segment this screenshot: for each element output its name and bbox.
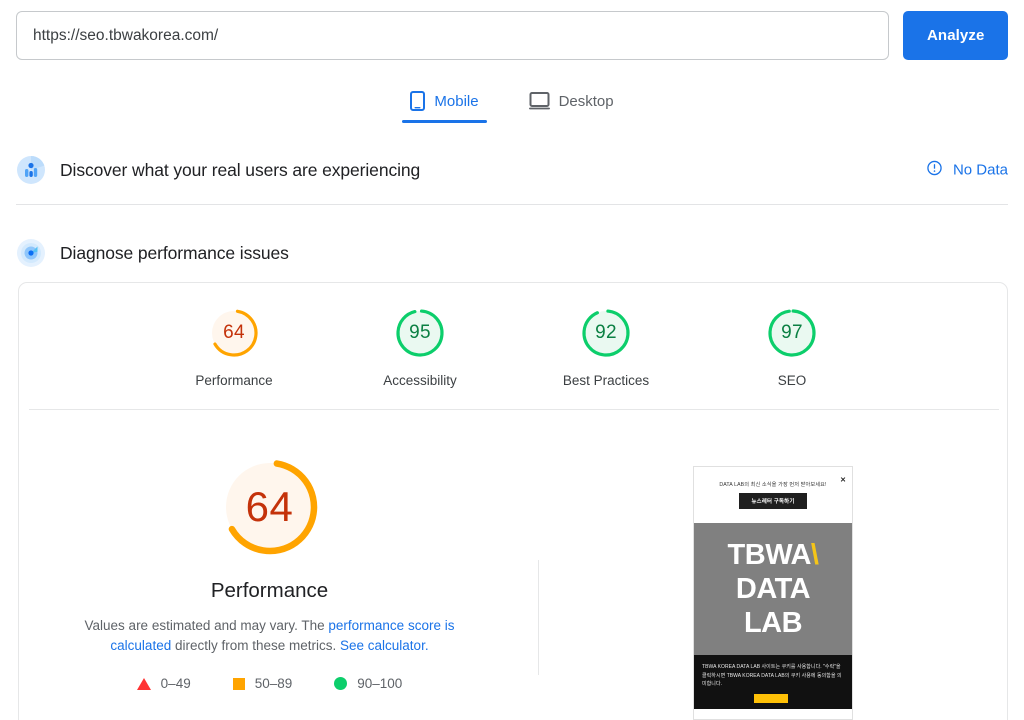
- performance-description: Values are estimated and may vary. The p…: [60, 616, 480, 656]
- diagnose-icon: [16, 238, 46, 268]
- performance-summary: 64 Performance Values are estimated and …: [19, 453, 520, 691]
- performance-gauge-label: Performance: [210, 579, 329, 602]
- tab-desktop[interactable]: Desktop: [521, 86, 622, 123]
- circle-marker-icon: [334, 677, 348, 690]
- url-input[interactable]: [16, 11, 890, 60]
- category-scores: 64 Performance 95 Accessibility 92 Best …: [19, 306, 1007, 388]
- thumbnail-cookie-notice: TBWA KOREA DATA LAB 사이트는 쿠키를 사용합니다. "수락"…: [694, 655, 852, 709]
- section-divider: [16, 204, 1008, 205]
- mobile-icon: [410, 91, 426, 111]
- close-icon: ✕: [840, 477, 846, 484]
- legend-item-poor: 0–49: [136, 676, 191, 691]
- device-tabs: Mobile Desktop: [0, 86, 1024, 123]
- legend-range: 0–49: [160, 676, 191, 691]
- score-gauge-performance[interactable]: 64 Performance: [172, 306, 296, 388]
- hero-word-tbwa: TBWA: [727, 539, 812, 571]
- triangle-marker-icon: [136, 677, 151, 690]
- card-divider: [29, 409, 999, 410]
- gauge-ring: 97: [765, 306, 819, 360]
- legend-range: 50–89: [254, 676, 293, 691]
- legend-item-good: 90–100: [334, 676, 402, 691]
- gauge-value: 64: [223, 322, 245, 343]
- field-data-title: Discover what your real users are experi…: [60, 159, 421, 180]
- thumbnail-cookie-text: TBWA KOREA DATA LAB 사이트는 쿠키를 사용합니다. "수락"…: [702, 664, 842, 687]
- thumbnail-hero-line3: LAB: [743, 607, 803, 639]
- gauge-label: SEO: [777, 373, 807, 388]
- score-legend: 0–49 50–89 90–100: [136, 676, 402, 691]
- url-analyze-bar: Analyze: [16, 11, 1008, 60]
- square-marker-icon: [232, 677, 245, 690]
- tab-desktop-label: Desktop: [558, 92, 614, 110]
- score-gauge-seo[interactable]: 97 SEO: [730, 306, 854, 388]
- hero-slash: \: [810, 539, 819, 571]
- see-calculator-link[interactable]: See calculator.: [340, 638, 429, 653]
- gauge-ring: 92: [579, 306, 633, 360]
- performance-gauge: 64: [216, 453, 324, 561]
- score-gauge-accessibility[interactable]: 95 Accessibility: [358, 306, 482, 388]
- lab-data-title: Diagnose performance issues: [60, 242, 289, 263]
- thumbnail-hero: TBWA \ DATA LAB: [694, 523, 852, 655]
- gauge-label: Accessibility: [383, 373, 457, 388]
- lighthouse-results-card: 64 Performance 95 Accessibility 92 Best …: [18, 282, 1008, 720]
- thumbnail-cookie-accept-button: [754, 693, 788, 703]
- tab-mobile-label: Mobile: [434, 92, 479, 110]
- no-data-label: No Data: [952, 161, 1008, 179]
- legend-item-average: 50–89: [232, 676, 293, 691]
- field-data-icon: [16, 155, 46, 185]
- pagespeed-insights-report: Analyze Mobile Desktop: [0, 0, 1024, 720]
- gauge-value: 97: [781, 322, 803, 343]
- no-data-status[interactable]: No Data: [927, 160, 1008, 180]
- thumbnail-hero-line1: TBWA \: [728, 539, 819, 571]
- tab-mobile[interactable]: Mobile: [402, 86, 487, 123]
- score-gauge-best-practices[interactable]: 92 Best Practices: [544, 306, 668, 388]
- page-screenshot-thumbnail: ✕ DATA LAB의 최신 소식을 가장 먼저 받아보세요! 뉴스레터 구독하…: [693, 466, 853, 720]
- legend-range: 90–100: [357, 676, 403, 691]
- desc-middle: directly from these metrics.: [171, 638, 341, 653]
- desktop-icon: [528, 92, 550, 110]
- gauge-value: 95: [409, 322, 431, 343]
- gauge-ring: 64: [207, 306, 261, 360]
- gauge-ring: 95: [393, 306, 447, 360]
- thumbnail-hero-line2: DATA: [735, 573, 811, 605]
- gauge-label: Best Practices: [562, 373, 650, 388]
- desc-prefix: Values are estimated and may vary. The: [84, 618, 329, 633]
- thumbnail-banner-text: DATA LAB의 최신 소식을 가장 먼저 받아보세요!: [719, 482, 827, 488]
- field-data-section-header: Discover what your real users are experi…: [16, 153, 1008, 187]
- gauge-label: Performance: [195, 373, 273, 388]
- info-icon: [927, 160, 942, 180]
- gauge-value: 92: [595, 322, 617, 343]
- lab-data-section-header: Diagnose performance issues: [16, 236, 1008, 270]
- thumbnail-newsletter-banner: ✕ DATA LAB의 최신 소식을 가장 먼저 받아보세요! 뉴스레터 구독하…: [694, 467, 852, 523]
- analyze-button[interactable]: Analyze: [903, 11, 1008, 60]
- vertical-divider: [538, 560, 539, 675]
- performance-gauge-value: 64: [245, 483, 294, 530]
- thumbnail-banner-button: 뉴스레터 구독하기: [738, 493, 808, 509]
